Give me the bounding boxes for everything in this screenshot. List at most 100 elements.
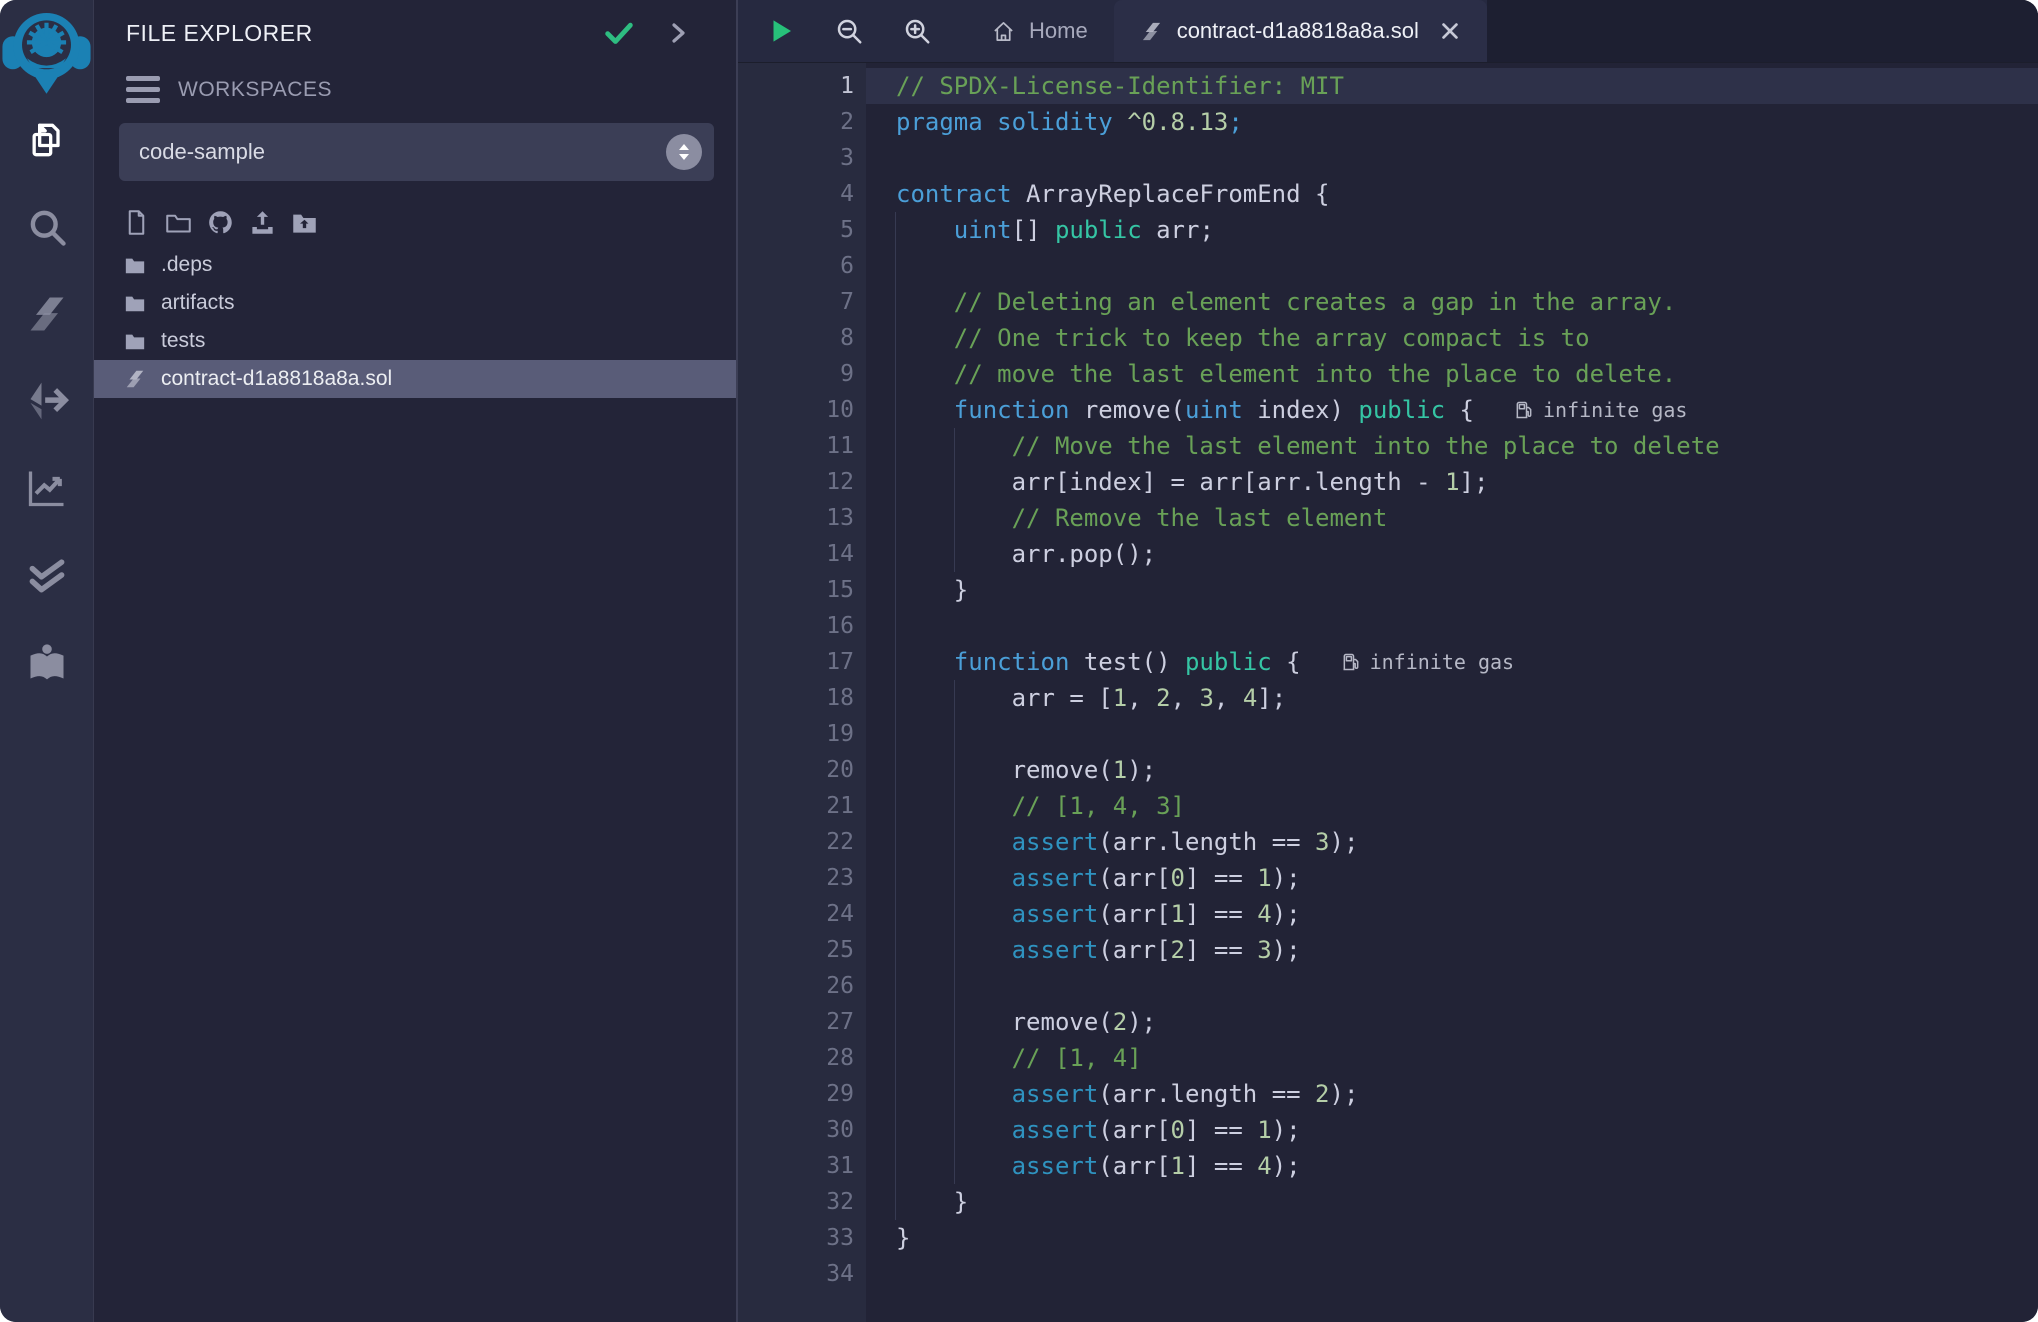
rail-item-deploy-run[interactable] (0, 357, 93, 444)
code-line: 24 assert(arr[1] == 4); (738, 896, 2038, 932)
code-text: // Remove the last element (866, 500, 2038, 536)
zoom-in-button[interactable] (902, 16, 932, 46)
code-text: remove(2); (866, 1004, 2038, 1040)
code-line: 16 (738, 608, 2038, 644)
rail-item-learneth[interactable] (0, 618, 93, 705)
explorer-actions (94, 209, 736, 236)
workspaces-menu-icon[interactable] (126, 76, 160, 103)
create-file-button[interactable] (123, 209, 150, 236)
solidity-file-icon (1140, 20, 1163, 43)
tree-item-artifacts[interactable]: artifacts (94, 284, 736, 322)
play-icon (766, 16, 796, 46)
line-number: 11 (738, 428, 866, 464)
line-number: 27 (738, 1004, 866, 1040)
line-number: 19 (738, 716, 866, 752)
create-folder-button[interactable] (165, 209, 192, 236)
code-line: 7 // Deleting an element creates a gap i… (738, 284, 2038, 320)
code-text: // One trick to keep the array compact i… (866, 320, 2038, 356)
line-number: 22 (738, 824, 866, 860)
editor-area: Homecontract-d1a8818a8a.sol 1// SPDX-Lic… (738, 0, 2038, 1322)
code-line: 5 uint[] public arr; (738, 212, 2038, 248)
tree-item-tests[interactable]: tests (94, 322, 736, 360)
workspace-select[interactable]: code-sample (119, 123, 714, 181)
line-number: 12 (738, 464, 866, 500)
tree-item-.deps[interactable]: .deps (94, 246, 736, 284)
code-line: 17 function test() public {infinite gas (738, 644, 2038, 680)
upload-folder-icon (291, 209, 318, 236)
line-number: 30 (738, 1112, 866, 1148)
workspace-ok-icon[interactable] (602, 16, 636, 50)
code-text: remove(1); (866, 752, 2038, 788)
chart-icon (25, 466, 69, 510)
line-number: 3 (738, 140, 866, 176)
line-number: 15 (738, 572, 866, 608)
gas-badge-label: infinite gas (1543, 392, 1688, 428)
run-button[interactable] (766, 16, 796, 46)
folder-icon (124, 330, 146, 352)
code-lines: 1// SPDX-License-Identifier: MIT2pragma … (738, 68, 2038, 1292)
tab-bar: Homecontract-d1a8818a8a.sol (738, 0, 2038, 63)
book-icon (25, 640, 69, 684)
workspaces-label: WORKSPACES (178, 78, 332, 102)
line-number: 16 (738, 608, 866, 644)
tab-Home[interactable]: Home (966, 0, 1114, 62)
code-editor[interactable]: 1// SPDX-License-Identifier: MIT2pragma … (738, 63, 2038, 1322)
line-number: 13 (738, 500, 866, 536)
line-number: 8 (738, 320, 866, 356)
code-line: 13 // Remove the last element (738, 500, 2038, 536)
close-icon[interactable] (1439, 20, 1461, 42)
code-line: 4contract ArrayReplaceFromEnd { (738, 176, 2038, 212)
tree-item-contract-d1a8818a8a.sol[interactable]: contract-d1a8818a8a.sol (94, 360, 736, 398)
code-line: 20 remove(1); (738, 752, 2038, 788)
code-line: 33} (738, 1220, 2038, 1256)
code-line: 22 assert(arr.length == 3); (738, 824, 2038, 860)
zoom-out-button[interactable] (834, 16, 864, 46)
code-text: // SPDX-License-Identifier: MIT (866, 68, 2038, 104)
panel-chevron-right-icon[interactable] (666, 21, 690, 45)
line-number: 32 (738, 1184, 866, 1220)
code-line: 23 assert(arr[0] == 1); (738, 860, 2038, 896)
code-text: assert(arr[0] == 1); (866, 860, 2038, 896)
code-line: 32 } (738, 1184, 2038, 1220)
code-text (866, 248, 2038, 284)
editor-toolbar (738, 0, 966, 62)
line-number: 6 (738, 248, 866, 284)
code-line: 34 (738, 1256, 2038, 1292)
upload-folder-button[interactable] (291, 209, 318, 236)
code-line: 3 (738, 140, 2038, 176)
line-number: 24 (738, 896, 866, 932)
code-line: 30 assert(arr[0] == 1); (738, 1112, 2038, 1148)
code-text (866, 1256, 2038, 1292)
code-line: 19 (738, 716, 2038, 752)
code-text: // move the last element into the place … (866, 356, 2038, 392)
rail-item-file-explorer[interactable] (0, 96, 93, 183)
line-number: 9 (738, 356, 866, 392)
zoom-out-icon (834, 16, 864, 46)
tab-contract-d1a8818a8a.sol[interactable]: contract-d1a8818a8a.sol (1114, 0, 1487, 62)
rail-item-static-analysis[interactable] (0, 531, 93, 618)
code-line: 11 // Move the last element into the pla… (738, 428, 2038, 464)
code-text: contract ArrayReplaceFromEnd { (866, 176, 2038, 212)
line-number: 26 (738, 968, 866, 1004)
code-text: // [1, 4] (866, 1040, 2038, 1076)
rail-item-statistics[interactable] (0, 444, 93, 531)
search-icon (25, 205, 69, 249)
code-line: 9 // move the last element into the plac… (738, 356, 2038, 392)
code-text: pragma solidity ^0.8.13; (866, 104, 2038, 140)
rail-item-solidity-compiler[interactable] (0, 270, 93, 357)
code-text: } (866, 572, 2038, 608)
line-number: 31 (738, 1148, 866, 1184)
code-line: 6 (738, 248, 2038, 284)
remix-logo[interactable] (0, 0, 93, 96)
line-number: 18 (738, 680, 866, 716)
code-text (866, 968, 2038, 1004)
line-number: 4 (738, 176, 866, 212)
rail-item-search[interactable] (0, 183, 93, 270)
clone-github-button[interactable] (207, 209, 234, 236)
code-line: 15 } (738, 572, 2038, 608)
code-text: } (866, 1220, 2038, 1256)
line-number: 14 (738, 536, 866, 572)
code-text (866, 716, 2038, 752)
upload-file-button[interactable] (249, 209, 276, 236)
line-number: 2 (738, 104, 866, 140)
